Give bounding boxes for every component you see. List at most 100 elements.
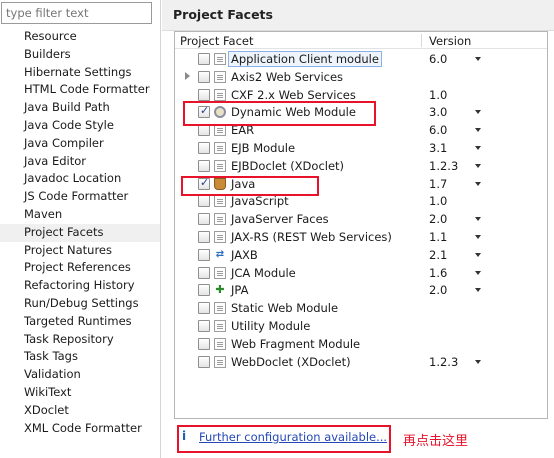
page-icon bbox=[214, 88, 226, 101]
sidebar-item[interactable]: WikiText bbox=[0, 384, 160, 402]
facet-checkbox[interactable] bbox=[198, 337, 210, 350]
table-row[interactable]: Utility Module bbox=[175, 317, 547, 335]
sidebar-item[interactable]: Targeted Runtimes bbox=[0, 313, 160, 331]
table-row[interactable]: Web Fragment Module bbox=[175, 335, 547, 353]
further-configuration-link[interactable]: Further configuration available... bbox=[199, 430, 387, 444]
facet-version[interactable]: 2.0 bbox=[429, 283, 447, 297]
facet-version[interactable]: 1.6 bbox=[429, 266, 447, 280]
sidebar-item[interactable]: JS Code Formatter bbox=[0, 188, 160, 206]
info-bar: i Further configuration available... bbox=[182, 426, 390, 453]
facet-version[interactable]: 1.0 bbox=[429, 194, 447, 208]
sidebar-item[interactable]: HTML Code Formatter bbox=[0, 81, 160, 99]
table-row[interactable]: JavaServer Faces 2.0 bbox=[175, 210, 547, 228]
sidebar-item[interactable]: Maven bbox=[0, 206, 160, 224]
column-header-facet[interactable]: Project Facet bbox=[180, 34, 254, 48]
version-dropdown-icon[interactable] bbox=[475, 146, 481, 150]
facets-table: Project Facet Version Application Client… bbox=[174, 31, 548, 419]
sidebar-item[interactable]: Project Facets bbox=[0, 223, 160, 242]
facet-version[interactable]: 3.1 bbox=[429, 141, 447, 155]
version-dropdown-icon[interactable] bbox=[475, 57, 481, 61]
sidebar-item[interactable]: Task Tags bbox=[0, 348, 160, 366]
version-dropdown-icon[interactable] bbox=[475, 288, 481, 293]
facet-version[interactable]: 3.0 bbox=[429, 105, 447, 119]
version-dropdown-icon[interactable] bbox=[475, 235, 481, 239]
facet-version[interactable]: 2.0 bbox=[429, 212, 447, 226]
facet-name: Static Web Module bbox=[231, 301, 339, 316]
facet-checkbox[interactable] bbox=[198, 159, 210, 172]
version-dropdown-icon[interactable] bbox=[475, 217, 481, 222]
facet-checkbox[interactable] bbox=[198, 355, 210, 368]
filter-input[interactable] bbox=[1, 2, 152, 24]
table-row[interactable]: ⇄ JAXB 2.1 bbox=[175, 246, 547, 264]
facet-name: JCA Module bbox=[231, 265, 296, 280]
version-dropdown-icon[interactable] bbox=[475, 252, 481, 257]
facet-version[interactable]: 1.1 bbox=[429, 230, 447, 244]
facet-version[interactable]: 1.2.3 bbox=[429, 159, 458, 173]
facet-name: JavaServer Faces bbox=[231, 212, 329, 227]
page-icon bbox=[214, 53, 226, 65]
facet-name: JAXB bbox=[231, 247, 258, 262]
version-dropdown-icon[interactable] bbox=[475, 181, 481, 186]
sidebar-item[interactable]: Hibernate Settings bbox=[0, 64, 160, 82]
facet-checkbox[interactable] bbox=[198, 70, 210, 83]
page-header: Project Facets bbox=[162, 0, 554, 31]
table-row[interactable]: Axis2 Web Services bbox=[175, 68, 547, 86]
version-dropdown-icon[interactable] bbox=[475, 110, 481, 115]
table-row[interactable]: JCA Module 1.6 bbox=[175, 264, 547, 282]
table-header: Project Facet Version bbox=[175, 32, 547, 49]
facet-checkbox[interactable] bbox=[198, 88, 210, 101]
version-dropdown-icon[interactable] bbox=[475, 128, 481, 133]
page-icon bbox=[214, 195, 226, 208]
facet-checkbox[interactable] bbox=[198, 248, 210, 261]
jpa-icon: ✚ bbox=[215, 283, 225, 297]
facet-name: Axis2 Web Services bbox=[231, 69, 344, 84]
info-icon: i bbox=[182, 429, 187, 443]
version-dropdown-icon[interactable] bbox=[475, 359, 481, 364]
sidebar-item[interactable]: Run/Debug Settings bbox=[0, 295, 160, 313]
sidebar-item[interactable]: Java Compiler bbox=[0, 135, 160, 153]
version-dropdown-icon[interactable] bbox=[475, 163, 481, 168]
sidebar-item[interactable]: Refactoring History bbox=[0, 277, 160, 295]
facet-version[interactable]: 2.1 bbox=[429, 248, 447, 262]
version-dropdown-icon[interactable] bbox=[475, 270, 481, 275]
facet-checkbox[interactable] bbox=[198, 266, 210, 279]
facet-checkbox[interactable] bbox=[198, 53, 210, 65]
sidebar-item[interactable]: Validation bbox=[0, 366, 160, 384]
facet-checkbox[interactable] bbox=[198, 142, 210, 154]
facet-checkbox[interactable] bbox=[198, 284, 210, 297]
table-row[interactable]: WebDoclet (XDoclet) 1.2.3 bbox=[175, 353, 547, 371]
facet-checkbox[interactable] bbox=[198, 213, 210, 226]
facet-name: JPA bbox=[231, 283, 249, 298]
sidebar-item[interactable]: XML Code Formatter bbox=[0, 420, 160, 438]
facet-version[interactable]: 1.7 bbox=[429, 177, 447, 191]
facet-checkbox[interactable] bbox=[198, 320, 210, 332]
facet-version[interactable]: 1.2.3 bbox=[429, 355, 458, 369]
table-row[interactable]: JAX-RS (REST Web Services) 1.1 bbox=[175, 228, 547, 246]
expand-arrow-icon[interactable] bbox=[185, 71, 190, 80]
sidebar-item[interactable]: Builders bbox=[0, 46, 160, 64]
facet-checkbox[interactable] bbox=[198, 195, 210, 208]
sidebar-item[interactable]: XDoclet bbox=[0, 402, 160, 420]
sidebar-item[interactable]: Task Repository bbox=[0, 331, 160, 349]
facet-version[interactable]: 6.0 bbox=[429, 123, 447, 137]
table-row[interactable]: EJBDoclet (XDoclet) 1.2.3 bbox=[175, 157, 547, 175]
facet-checkbox[interactable] bbox=[198, 231, 210, 243]
column-separator[interactable] bbox=[421, 34, 422, 47]
sidebar-item[interactable]: Javadoc Location bbox=[0, 170, 160, 188]
table-row[interactable]: ✚ JPA 2.0 bbox=[175, 281, 547, 299]
table-row[interactable]: Static Web Module bbox=[175, 299, 547, 317]
page-icon bbox=[214, 70, 226, 83]
sidebar-item[interactable]: Resource bbox=[0, 28, 160, 46]
sidebar-item[interactable]: Java Editor bbox=[0, 153, 160, 171]
facet-version[interactable]: 6.0 bbox=[429, 52, 447, 66]
column-header-version[interactable]: Version bbox=[429, 34, 471, 48]
sidebar-item[interactable]: Project References bbox=[0, 259, 160, 277]
sidebar-item[interactable]: Java Code Style bbox=[0, 117, 160, 135]
page-icon bbox=[214, 266, 226, 279]
table-row[interactable]: EJB Module 3.1 bbox=[175, 139, 547, 157]
facet-version[interactable]: 1.0 bbox=[429, 88, 447, 102]
table-row[interactable]: Application Client module 6.0 bbox=[175, 50, 547, 68]
sidebar-item[interactable]: Project Natures bbox=[0, 242, 160, 260]
sidebar-item[interactable]: Java Build Path bbox=[0, 99, 160, 117]
facet-checkbox[interactable] bbox=[198, 302, 210, 315]
